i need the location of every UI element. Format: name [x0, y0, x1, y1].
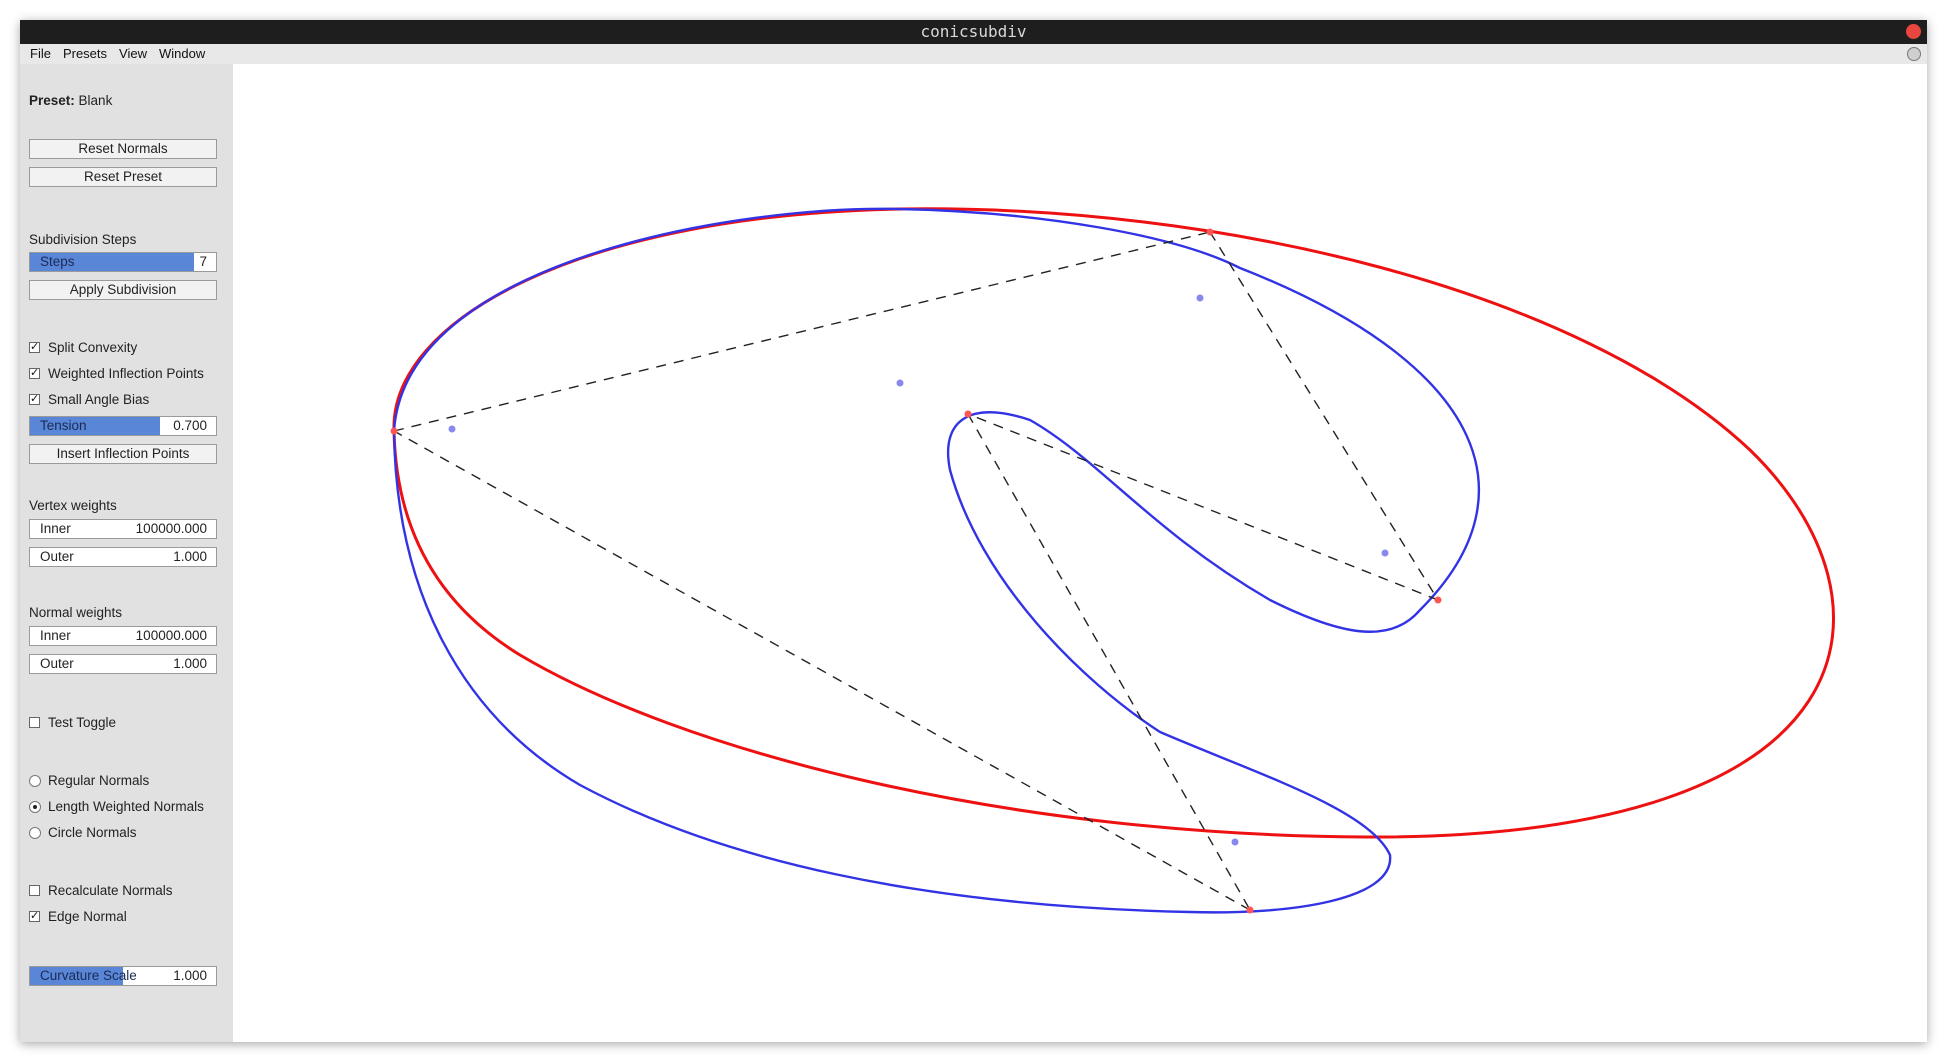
control-edge	[393, 430, 1251, 911]
vertex-weights-title: Vertex weights	[29, 498, 117, 513]
subdivision-section-title: Subdivision Steps	[29, 232, 137, 247]
steps-slider[interactable]: Steps 7	[29, 252, 217, 272]
window-title: conicsubdiv	[920, 22, 1027, 41]
radio-regular-normals[interactable]: Regular Normals	[29, 772, 217, 790]
edge-normal-label: Edge Normal	[48, 909, 127, 924]
normal-point[interactable]	[448, 425, 456, 433]
split-convexity-checkbox[interactable]: ✓ Split Convexity	[29, 339, 217, 357]
tension-label: Tension	[40, 418, 87, 433]
checkbox-box[interactable]: ✓	[29, 342, 40, 353]
insert-inflection-points-button[interactable]: Insert Inflection Points	[29, 444, 217, 464]
menu-window[interactable]: Window	[153, 44, 211, 64]
normal-point[interactable]	[1196, 294, 1204, 302]
menu-file[interactable]: File	[20, 44, 57, 64]
weighted-inflection-label: Weighted Inflection Points	[48, 366, 204, 381]
curvature-scale-value: 1.000	[173, 968, 207, 983]
preset-indicator: Preset: Blank	[29, 92, 217, 110]
menu-bar: File Presets View Window	[20, 44, 1927, 64]
normal-inner-value: 100000.000	[135, 628, 207, 643]
normal-outer-field[interactable]: Outer 1.000	[29, 654, 217, 674]
reset-normals-button[interactable]: Reset Normals	[29, 139, 217, 159]
title-bar: conicsubdiv	[20, 20, 1927, 44]
normal-point[interactable]	[1381, 549, 1389, 557]
close-icon[interactable]	[1906, 24, 1921, 39]
normal-inner-label: Inner	[40, 628, 71, 643]
curvature-scale-label: Curvature Scale	[40, 968, 137, 983]
checkbox-box[interactable]	[29, 717, 40, 728]
vertex-outer-label: Outer	[40, 549, 74, 564]
tension-slider[interactable]: Tension 0.700	[29, 416, 217, 436]
normal-point[interactable]	[1231, 838, 1239, 846]
drawing-canvas[interactable]	[233, 64, 1927, 1042]
small-angle-bias-label: Small Angle Bias	[48, 392, 150, 407]
checkbox-box[interactable]	[29, 885, 40, 896]
small-angle-bias-checkbox[interactable]: ✓ Small Angle Bias	[29, 391, 217, 409]
split-convexity-label: Split Convexity	[48, 340, 138, 355]
control-edge	[967, 413, 1439, 601]
normal-outer-value: 1.000	[173, 656, 207, 671]
steps-value: 7	[199, 254, 207, 269]
control-panel: Preset: Blank Reset Normals Reset Preset…	[20, 64, 233, 1042]
menu-view[interactable]: View	[113, 44, 153, 64]
radio-circle[interactable]	[29, 827, 41, 839]
checkbox-box[interactable]: ✓	[29, 394, 40, 405]
weighted-inflection-checkbox[interactable]: ✓ Weighted Inflection Points	[29, 365, 217, 383]
vertex-inner-value: 100000.000	[135, 521, 207, 536]
settings-icon[interactable]	[1907, 47, 1921, 61]
vertex-outer-field[interactable]: Outer 1.000	[29, 547, 217, 567]
reset-preset-button[interactable]: Reset Preset	[29, 167, 217, 187]
edge-normal-checkbox[interactable]: ✓ Edge Normal	[29, 908, 217, 926]
recalculate-normals-label: Recalculate Normals	[48, 883, 173, 898]
preset-label: Preset:	[29, 93, 75, 108]
curvature-scale-slider[interactable]: Curvature Scale 1.000	[29, 966, 217, 986]
vertex-inner-field[interactable]: Inner 100000.000	[29, 519, 217, 539]
vertex-inner-label: Inner	[40, 521, 71, 536]
control-point[interactable]	[964, 410, 972, 418]
control-edge	[1209, 231, 1439, 601]
radio-circle[interactable]	[29, 775, 41, 787]
radio-label: Length Weighted Normals	[48, 799, 204, 814]
normal-points	[448, 294, 1389, 846]
control-point[interactable]	[1206, 228, 1214, 236]
test-toggle-checkbox[interactable]: Test Toggle	[29, 714, 217, 732]
vertex-outer-value: 1.000	[173, 549, 207, 564]
app-window: conicsubdiv File Presets View Window Preset…	[20, 20, 1927, 1042]
control-edge	[967, 413, 1251, 911]
control-point[interactable]	[1246, 906, 1254, 914]
radio-selected-dot	[33, 805, 37, 809]
control-polygon	[393, 231, 1439, 911]
preset-value: Blank	[78, 93, 113, 108]
recalculate-normals-checkbox[interactable]: Recalculate Normals	[29, 882, 217, 900]
radio-circle-normals[interactable]: Circle Normals	[29, 824, 217, 842]
radio-label: Circle Normals	[48, 825, 137, 840]
checkbox-box[interactable]: ✓	[29, 911, 40, 922]
red-conic-curve	[392, 207, 1835, 839]
test-toggle-label: Test Toggle	[48, 715, 117, 730]
tension-value: 0.700	[173, 418, 207, 433]
radio-length-weighted-normals[interactable]: Length Weighted Normals	[29, 798, 217, 816]
apply-subdivision-button[interactable]: Apply Subdivision	[29, 280, 217, 300]
radio-circle[interactable]	[29, 801, 41, 813]
control-point[interactable]	[1434, 596, 1442, 604]
radio-label: Regular Normals	[48, 773, 150, 788]
normal-weights-title: Normal weights	[29, 605, 123, 620]
blue-subdivision-curve	[392, 207, 1481, 914]
checkbox-box[interactable]: ✓	[29, 368, 40, 379]
control-edge	[393, 231, 1211, 432]
control-points	[390, 228, 1442, 914]
normal-point[interactable]	[896, 379, 904, 387]
normal-outer-label: Outer	[40, 656, 74, 671]
normal-inner-field[interactable]: Inner 100000.000	[29, 626, 217, 646]
control-point[interactable]	[390, 427, 398, 435]
menu-presets[interactable]: Presets	[57, 44, 113, 64]
steps-label: Steps	[40, 254, 75, 269]
curve-canvas[interactable]	[233, 64, 1927, 1042]
